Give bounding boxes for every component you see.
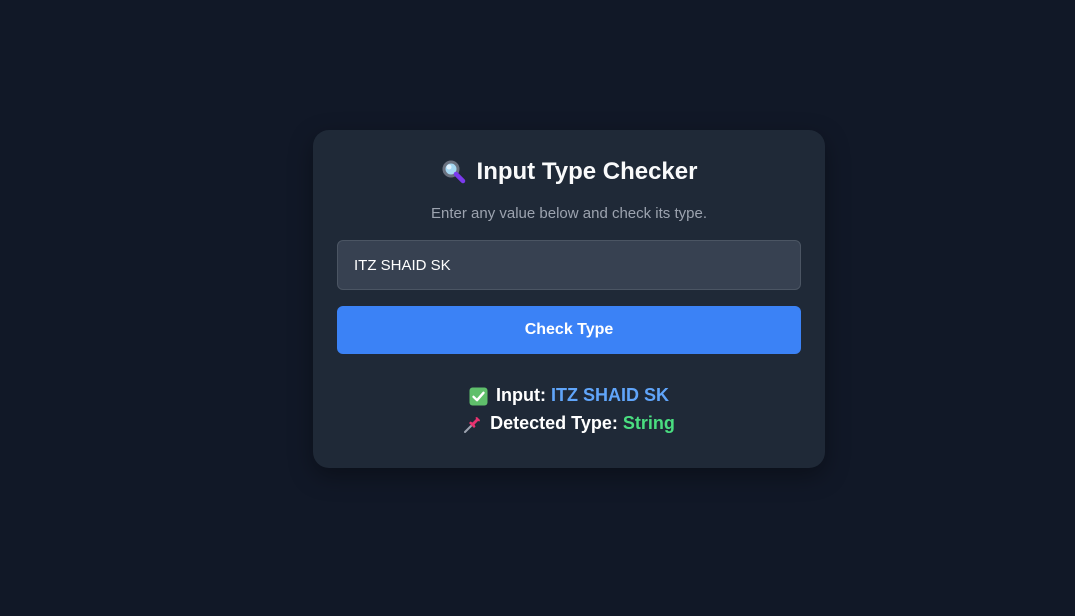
result-type-line: Detected Type: String xyxy=(337,409,801,437)
title-text: Input Type Checker xyxy=(476,158,698,185)
check-mark-icon xyxy=(469,386,488,405)
result-type-value: String xyxy=(622,413,675,433)
result-type-label: Detected Type: xyxy=(490,413,618,433)
pushpin-icon xyxy=(463,414,482,433)
result-input-value: ITZ SHAID SK xyxy=(550,385,669,405)
check-type-button[interactable]: Check Type xyxy=(337,306,801,354)
magnifying-glass-icon xyxy=(441,159,467,185)
subtitle: Enter any value below and check its type… xyxy=(431,205,707,222)
type-checker-card: Input Type Checker Enter any value below… xyxy=(313,130,825,468)
result-input-line: Input: ITZ SHAID SK xyxy=(337,381,801,409)
page-title: Input Type Checker xyxy=(337,156,801,188)
value-input[interactable] xyxy=(337,240,801,290)
result-input-label: Input: xyxy=(495,385,546,405)
result-panel: Input: ITZ SHAID SK Detected Type: Strin… xyxy=(337,381,801,437)
